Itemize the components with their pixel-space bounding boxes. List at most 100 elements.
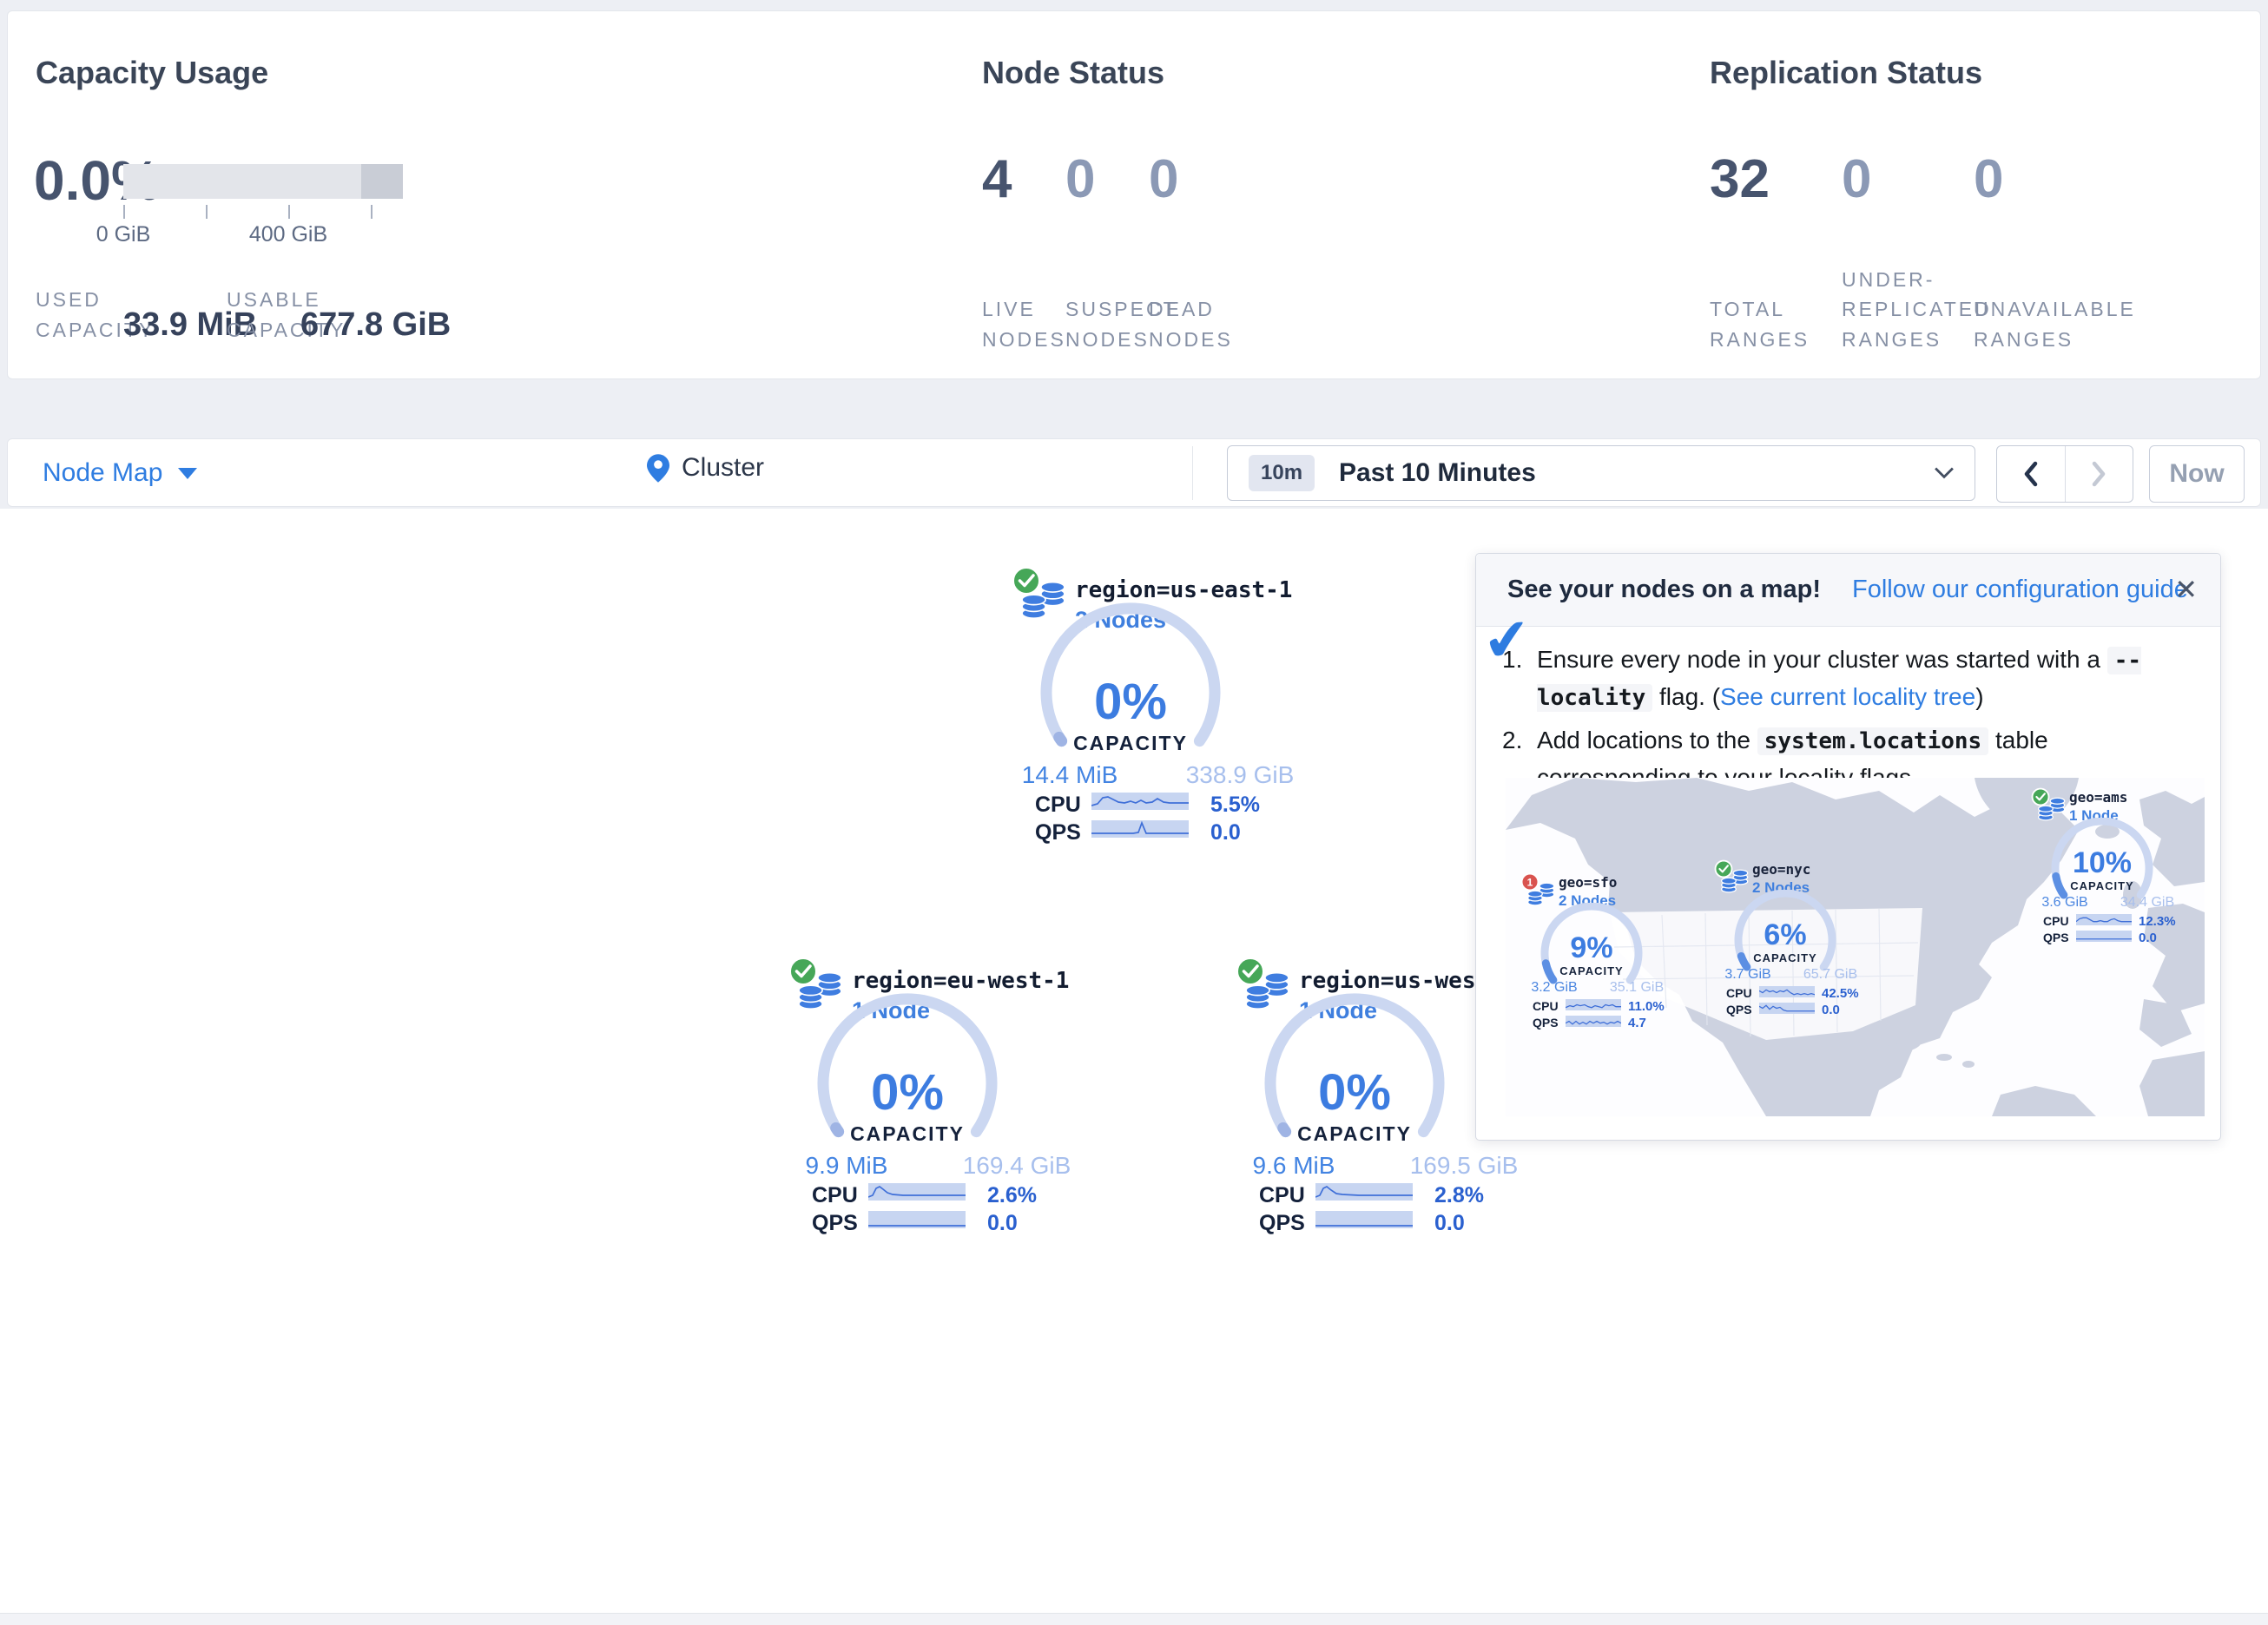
used-value: 9.6 MiB	[1233, 1152, 1355, 1180]
svg-text:1: 1	[1527, 877, 1533, 889]
usable-capacity-value: 677.8 GiB	[300, 306, 451, 344]
qps-label: QPS	[812, 1211, 858, 1236]
used-value: 3.2 GiB	[1515, 980, 1593, 996]
capacity-usage-bar	[123, 164, 403, 199]
unavailable-ranges-count: 0	[1974, 148, 2003, 210]
cpu-value: 42.5%	[1822, 986, 1859, 1001]
capacity-label: CAPACITY	[1539, 964, 1644, 977]
suspect-nodes-count: 0	[1065, 148, 1095, 210]
cpu-label: CPU	[812, 1183, 858, 1208]
example-node-map: 1 geo=sfo 2 Nodes 9% CAPACITY 3.2 GiB 35…	[1506, 778, 2205, 1116]
qps-sparkline	[1759, 1003, 1815, 1014]
usable-value: 169.5 GiB	[1403, 1152, 1525, 1180]
live-check-icon	[788, 956, 819, 987]
qps-label: QPS	[1726, 1003, 1752, 1016]
locality-name: region=eu-west-1	[852, 968, 1069, 994]
qps-sparkline	[868, 1211, 966, 1228]
cpu-label: CPU	[1259, 1183, 1305, 1208]
qps-value: 0.0	[1434, 1211, 1465, 1236]
usable-value: 169.4 GiB	[956, 1152, 1078, 1180]
close-icon[interactable]: ✕	[2174, 573, 2198, 606]
now-button[interactable]: Now	[2149, 445, 2245, 503]
cpu-value: 5.5%	[1210, 793, 1260, 818]
capacity-percent: 0%	[1044, 673, 1217, 731]
axis-tick	[288, 205, 290, 219]
cpu-value: 12.3%	[2139, 914, 2176, 929]
usable-value: 338.9 GiB	[1179, 761, 1301, 789]
node-map-page: Capacity Usage 0.0% 0 GiB 400 GiB USED C…	[0, 0, 2268, 1625]
chevron-right-icon	[2091, 461, 2106, 487]
cpu-sparkline	[868, 1183, 966, 1201]
qps-label: QPS	[1533, 1016, 1559, 1030]
popup-header: See your nodes on a map! Follow our conf…	[1476, 554, 2220, 627]
step-text-part: Ensure every node in your cluster was st…	[1537, 646, 2107, 673]
locality-name: region=us-east-1	[1075, 577, 1292, 603]
capacity-usage-bar-segment	[361, 164, 403, 199]
chevron-down-icon	[1935, 467, 1954, 479]
cpu-sparkline	[1315, 1183, 1413, 1201]
live-check-icon	[1011, 565, 1042, 596]
capacity-percent: 6%	[1733, 918, 1837, 952]
axis-tick-label: 400 GiB	[236, 222, 340, 247]
unavailable-ranges-label: UNAVAILABLE RANGES	[1974, 267, 2136, 354]
under-replicated-count: 0	[1842, 148, 1871, 210]
map-pin-icon	[647, 454, 669, 483]
configuration-guide-link[interactable]: Follow our configuration guide	[1852, 576, 2188, 604]
qps-value: 4.7	[1628, 1016, 1646, 1030]
time-range-label: Past 10 Minutes	[1339, 458, 1935, 488]
under-replicated-label: UNDER- REPLICATED RANGES	[1842, 237, 1992, 354]
toolbar-divider	[1192, 446, 1193, 500]
locality-us-east-1[interactable]: region=us-east-1 2 Nodes 0% CAPACITY 14.…	[1009, 560, 1269, 846]
locality-tree-link[interactable]: See current locality tree	[1720, 683, 1975, 710]
qps-value: 0.0	[1210, 820, 1241, 845]
used-value: 14.4 MiB	[1009, 761, 1131, 789]
axis-tick	[371, 205, 373, 219]
step-text-part: flag. (	[1652, 683, 1720, 710]
cpu-value: 11.0%	[1628, 999, 1665, 1014]
map-locality-geo-sfo[interactable]: 1 geo=sfo 2 Nodes 9% CAPACITY 3.2 GiB 35…	[1520, 871, 1672, 1031]
step-text: Ensure every node in your cluster was st…	[1537, 641, 2193, 716]
used-value: 3.6 GiB	[2026, 895, 2104, 911]
time-range-dropdown[interactable]: 10m Past 10 Minutes	[1227, 445, 1975, 501]
map-locality-geo-nyc[interactable]: geo=nyc 2 Nodes 6% CAPACITY 3.7 GiB 65.7…	[1714, 858, 1866, 1018]
cpu-label: CPU	[1533, 999, 1559, 1013]
total-ranges-label: TOTAL RANGES	[1710, 267, 1810, 354]
qps-label: QPS	[1259, 1211, 1305, 1236]
locality-name: geo=nyc	[1752, 861, 1810, 878]
capacity-percent: 9%	[1539, 931, 1644, 965]
cpu-value: 2.8%	[1434, 1183, 1484, 1208]
cpu-sparkline	[2076, 914, 2132, 925]
locality-name: geo=ams	[2069, 789, 2127, 806]
caret-down-icon	[178, 468, 197, 479]
code-span: system.locations	[1757, 727, 1988, 755]
qps-sparkline	[1566, 1016, 1621, 1027]
capacity-label: CAPACITY	[2050, 879, 2154, 892]
live-nodes-count: 4	[982, 148, 1012, 210]
locality-us-west-1[interactable]: region=us-west-1 1 Node 0% CAPACITY 9.6 …	[1233, 951, 1493, 1237]
capacity-label: CAPACITY	[1044, 732, 1217, 755]
view-selector-dropdown[interactable]: Node Map	[43, 458, 197, 488]
capacity-percent: 0%	[1268, 1063, 1441, 1122]
popup-title: See your nodes on a map!	[1507, 576, 1821, 604]
cpu-sparkline	[1759, 986, 1815, 997]
live-nodes-label: LIVE NODES	[982, 267, 1066, 354]
dead-nodes-label: DEAD NODES	[1149, 267, 1233, 354]
breadcrumb[interactable]: Cluster	[647, 453, 764, 483]
view-selector-label: Node Map	[43, 458, 162, 488]
cpu-label: CPU	[1035, 793, 1081, 818]
breadcrumb-label: Cluster	[682, 453, 764, 483]
view-toolbar: Node Map Cluster 10m Past 10 Minutes Now	[7, 438, 2261, 507]
live-check-icon	[2031, 787, 2050, 806]
cpu-sparkline	[1091, 793, 1189, 810]
locality-name: geo=sfo	[1559, 874, 1617, 891]
axis-tick	[206, 205, 208, 219]
map-locality-geo-ams[interactable]: geo=ams 1 Node 10% CAPACITY 3.6 GiB 34.4…	[2031, 786, 2183, 946]
capacity-label: CAPACITY	[821, 1122, 994, 1146]
used-value: 9.9 MiB	[786, 1152, 907, 1180]
node-status-title: Node Status	[982, 55, 1164, 91]
time-back-button[interactable]	[1997, 446, 2065, 502]
locality-eu-west-1[interactable]: region=eu-west-1 1 Node 0% CAPACITY 9.9 …	[786, 951, 1046, 1237]
time-forward-button[interactable]	[2065, 446, 2133, 502]
setup-step-1: 1. Ensure every node in your cluster was…	[1502, 641, 2193, 716]
qps-sparkline	[1315, 1211, 1413, 1228]
